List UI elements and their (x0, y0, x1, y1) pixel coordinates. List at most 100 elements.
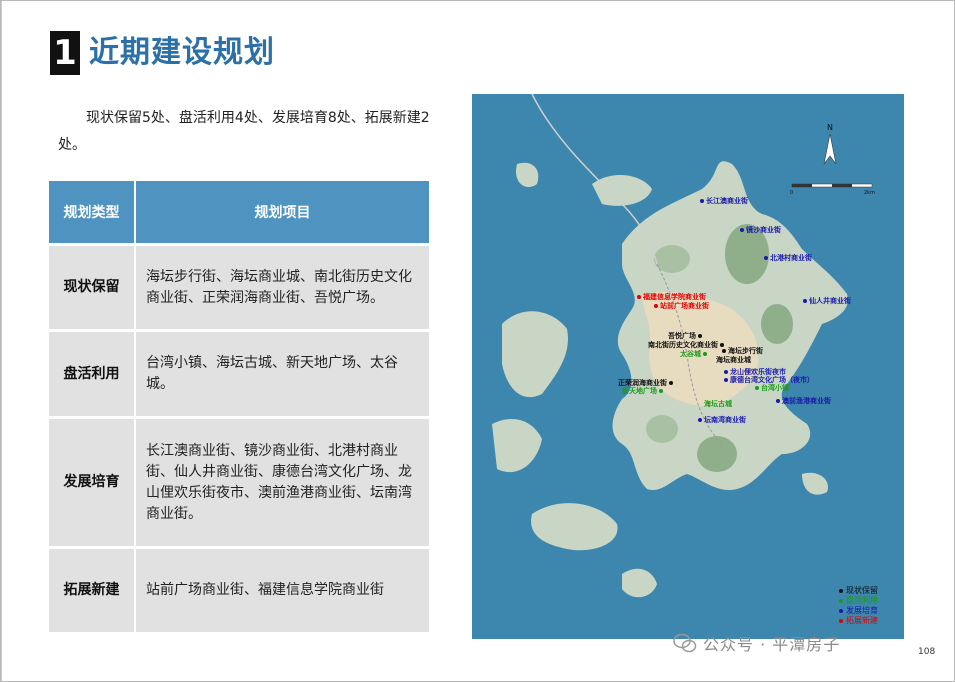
north-label: N (827, 123, 833, 132)
poi-label: 北港村商业街 (770, 254, 812, 262)
poi-label: 福建信息学院商业街 (643, 293, 706, 301)
poi-longshanli: 龙山俚欢乐街夜市 (724, 368, 786, 376)
legend-item: 发展培育 (839, 606, 878, 616)
poi-dot (740, 228, 744, 232)
poi-dot (698, 418, 702, 422)
row-items: 长江澳商业街、镜沙商业街、北港村商业街、仙人井商业街、康德台湾文化广场、龙山俚欢… (135, 417, 429, 549)
poi-label: 海坛古城 (704, 400, 732, 408)
page-number: 108 (918, 647, 936, 657)
document-page: 1 近期建设规划 现状保留5处、盘活利用4处、发展培育8处、拓展新建2处。 规划… (0, 0, 955, 682)
watermark: 公众号 · 平潭房子 (673, 631, 840, 655)
poi-dot (669, 381, 673, 385)
poi-kangde: 康德台湾文化广场（夜市） (724, 376, 814, 384)
small-island (516, 162, 539, 188)
poi-wuyue: 吾悦广场 (668, 332, 704, 340)
poi-beigangcun: 北港村商业街 (764, 254, 812, 262)
table-row: 发展培育 长江澳商业街、镜沙商业街、北港村商业街、仙人井商业街、康德台湾文化广场… (49, 417, 429, 549)
legend-label: 发展培育 (846, 606, 878, 615)
poi-label: 正荣润海商业街 (618, 379, 667, 387)
legend-label: 拓展新建 (846, 616, 878, 625)
header-items: 规划项目 (135, 181, 429, 246)
island-map: N 0 2km 长江澳商业街 镜沙商业街 北港村商业街 仙人井商业街 福建信息学… (472, 94, 904, 639)
poi-label: 太谷城 (680, 350, 701, 358)
poi-dot (654, 304, 658, 308)
row-items: 台湾小镇、海坛古城、新天地广场、太谷城。 (135, 330, 429, 419)
poi-zhengrong: 正荣润海商业街 (618, 379, 675, 387)
legend-dot (839, 609, 843, 613)
scale-label-start: 0 (790, 190, 793, 196)
table-row: 拓展新建 站前广场商业街、福建信息学院商业街 (49, 547, 429, 635)
legend-dot (839, 619, 843, 623)
poi-dot (659, 389, 663, 393)
poi-dot (724, 378, 728, 382)
poi-haitan-ancient: 海坛古城 (704, 400, 732, 408)
row-type: 现状保留 (49, 244, 136, 332)
poi-label: 龙山俚欢乐街夜市 (730, 368, 786, 376)
page-title: 近期建设规划 (89, 35, 275, 70)
poi-nanbeijie: 南北街历史文化商业街 (648, 341, 726, 349)
row-items: 海坛步行街、海坛商业城、南北街历史文化商业街、正荣润海商业街、吾悦广场。 (135, 244, 429, 332)
scale-bar-segment (792, 184, 812, 187)
poi-aoqian: 澳前渔港商业街 (776, 397, 831, 405)
row-items: 站前广场商业街、福建信息学院商业街 (135, 547, 429, 635)
poi-tannanwan: 坛南湾商业街 (698, 416, 746, 424)
map-legend: 现状保留 盘活利用 发展培育 拓展新建 (839, 586, 878, 626)
legend-dot (839, 589, 843, 593)
poi-dot (722, 349, 726, 353)
poi-label: 长江澳商业街 (706, 197, 748, 205)
legend-dot (839, 599, 843, 603)
poi-changjiangao: 长江澳商业街 (700, 197, 748, 205)
table-header-row: 规划类型 规划项目 (49, 181, 429, 246)
small-island (531, 503, 618, 551)
small-island (502, 311, 568, 398)
legend-item: 现状保留 (839, 586, 878, 596)
legend-item: 拓展新建 (839, 616, 878, 626)
poi-label: 仙人井商业街 (809, 297, 851, 305)
poi-dot (637, 295, 641, 299)
poi-zhanqian: 站前广场商业街 (654, 302, 709, 310)
poi-haitan-mall: 海坛商业城 (716, 356, 751, 364)
table-row: 盘活利用 台湾小镇、海坛古城、新天地广场、太谷城。 (49, 330, 429, 419)
row-type: 拓展新建 (49, 547, 136, 635)
poi-dot (803, 299, 807, 303)
poi-taigucheng: 太谷城 (680, 350, 709, 358)
poi-label: 新天地广场 (622, 387, 657, 395)
poi-label: 海坛商业城 (716, 356, 751, 364)
poi-dot (700, 199, 704, 203)
poi-taiwan-town: 台湾小镇 (755, 384, 789, 392)
poi-xianrenjing: 仙人井商业街 (803, 297, 851, 305)
hill (761, 304, 793, 344)
poi-xintiandi: 新天地广场 (622, 387, 665, 395)
poi-dot (698, 334, 702, 338)
poi-dot (724, 370, 728, 374)
wechat-icon (673, 633, 697, 653)
poi-label: 台湾小镇 (761, 384, 789, 392)
intro-paragraph: 现状保留5处、盘活利用4处、发展培育8处、拓展新建2处。 (58, 110, 430, 153)
small-island (492, 419, 542, 473)
small-island (802, 472, 828, 495)
scale-label-end: 2km (864, 190, 875, 196)
plan-table: 规划类型 规划项目 现状保留 海坛步行街、海坛商业城、南北街历史文化商业街、正荣… (49, 181, 429, 635)
section-number: 1 (50, 31, 80, 75)
page-edge (1, 1, 2, 681)
poi-fujian-college: 福建信息学院商业街 (637, 293, 706, 301)
poi-label: 站前广场商业街 (660, 302, 709, 310)
legend-label: 盘活利用 (846, 596, 878, 605)
hill (646, 415, 678, 443)
poi-label: 吾悦广场 (668, 332, 696, 340)
poi-dot (776, 399, 780, 403)
poi-haitan-pedestrian: 海坛步行街 (722, 347, 763, 355)
poi-dot (755, 386, 759, 390)
scale-bar-segment (832, 184, 852, 187)
poi-label: 澳前渔港商业街 (782, 397, 831, 405)
poi-label: 南北街历史文化商业街 (648, 341, 718, 349)
north-arrow (823, 133, 837, 165)
poi-dot (764, 256, 768, 260)
poi-dot (703, 352, 707, 356)
poi-label: 镜沙商业街 (746, 226, 781, 234)
small-island (622, 568, 657, 598)
legend-item: 盘活利用 (839, 596, 878, 606)
poi-label: 坛南湾商业街 (704, 416, 746, 424)
hill (697, 436, 737, 472)
watermark-text: 公众号 · 平潭房子 (703, 635, 841, 654)
